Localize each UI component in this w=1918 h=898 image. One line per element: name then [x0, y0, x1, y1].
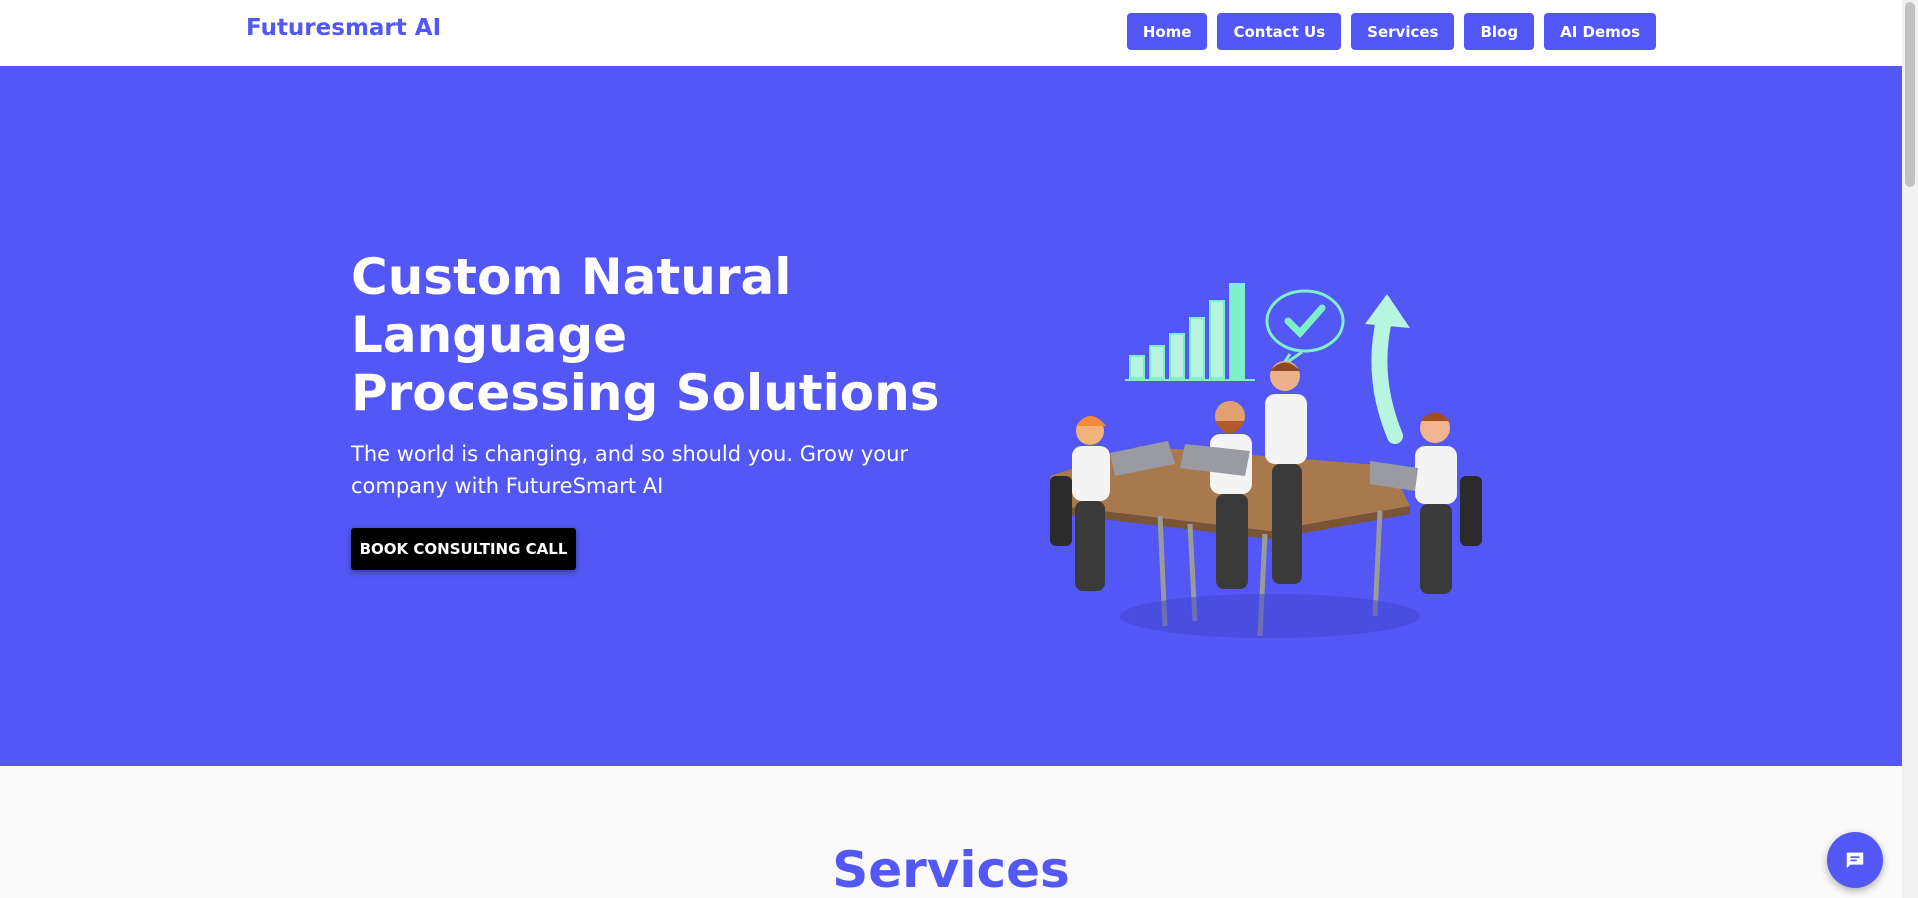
page-scrollbar[interactable]: [1902, 0, 1918, 898]
nav-blog-button[interactable]: Blog: [1464, 13, 1535, 50]
main-nav: Home Contact Us Services Blog AI Demos: [1126, 13, 1656, 50]
chat-button[interactable]: [1827, 832, 1883, 888]
services-section: Services: [0, 766, 1902, 898]
chat-icon: [1846, 852, 1864, 869]
nav-services-button[interactable]: Services: [1351, 13, 1455, 50]
hero-subtitle: The world is changing, and so should you…: [351, 442, 909, 498]
top-navbar: Futuresmart AI Home Contact Us Services …: [0, 0, 1902, 66]
team-meeting-illustration: [1050, 283, 1482, 638]
nav-home-button[interactable]: Home: [1126, 13, 1208, 50]
book-consulting-call-button[interactable]: BOOK CONSULTING CALL: [351, 528, 576, 570]
brand-logo[interactable]: Futuresmart AI: [246, 15, 441, 41]
services-heading: Services: [832, 841, 1070, 898]
hero-section: Custom Natural Language Processing Solut…: [0, 66, 1902, 766]
scrollbar-thumb[interactable]: [1905, 2, 1915, 187]
hero-title: Custom Natural Language Processing Solut…: [351, 248, 940, 422]
nav-ai-demos-button[interactable]: AI Demos: [1544, 13, 1656, 50]
nav-contact-button[interactable]: Contact Us: [1217, 13, 1342, 50]
